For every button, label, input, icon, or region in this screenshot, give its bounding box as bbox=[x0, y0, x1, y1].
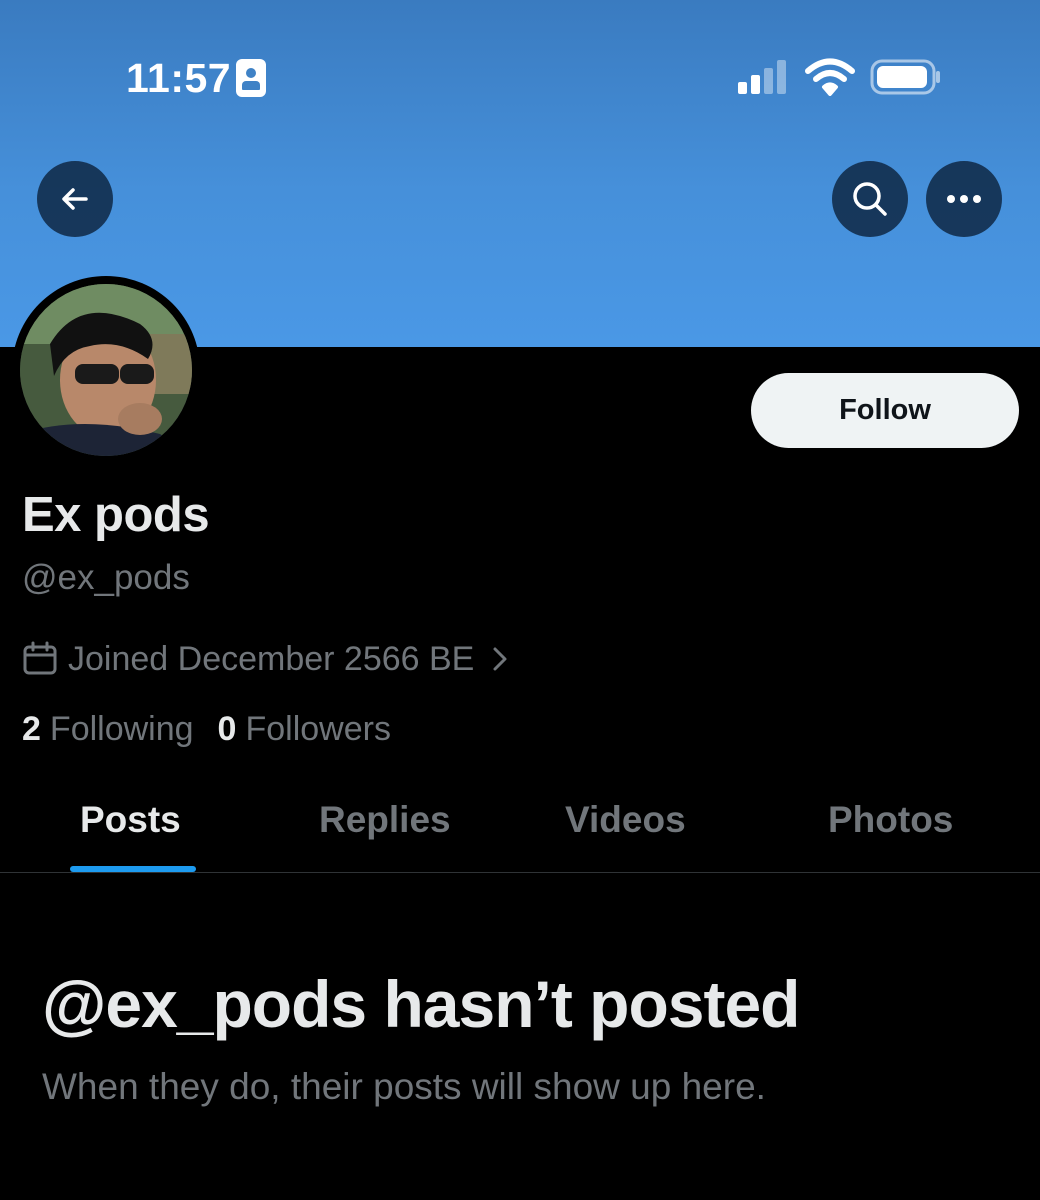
person-badge-icon bbox=[236, 59, 266, 97]
tab-photos[interactable]: Photos bbox=[828, 799, 953, 841]
status-time: 11:57 bbox=[126, 55, 232, 101]
search-button[interactable] bbox=[832, 161, 908, 237]
more-button[interactable] bbox=[926, 161, 1002, 237]
wifi-icon bbox=[805, 58, 855, 96]
follow-stats: 2 Following 0 Followers bbox=[22, 710, 391, 749]
tab-replies[interactable]: Replies bbox=[319, 799, 451, 841]
tab-videos[interactable]: Videos bbox=[565, 799, 686, 841]
followers-label: Followers bbox=[245, 710, 391, 748]
followers-count: 0 bbox=[217, 710, 237, 748]
avatar[interactable] bbox=[12, 276, 200, 464]
following-link[interactable]: 2 Following bbox=[22, 710, 194, 749]
following-label: Following bbox=[49, 710, 194, 748]
calendar-icon bbox=[23, 641, 57, 675]
signal-icon bbox=[738, 60, 790, 94]
arrow-left-icon bbox=[62, 188, 88, 210]
avatar-image bbox=[20, 284, 192, 456]
following-count: 2 bbox=[22, 710, 41, 748]
empty-state-subtitle: When they do, their posts will show up h… bbox=[42, 1066, 766, 1107]
tab-posts[interactable]: Posts bbox=[80, 799, 181, 841]
ellipsis-icon bbox=[947, 195, 981, 203]
follow-button[interactable]: Follow bbox=[751, 373, 1019, 448]
handle: @ex_pods bbox=[22, 558, 190, 597]
display-name: Ex pods bbox=[22, 488, 210, 542]
chevron-right-icon bbox=[493, 647, 507, 671]
divider bbox=[0, 872, 1040, 873]
profile-tabs: Posts Replies Videos Photos bbox=[0, 785, 1040, 873]
battery-icon bbox=[870, 59, 940, 95]
status-bar: 11:57 bbox=[0, 0, 1040, 120]
empty-state-title: @ex_pods hasn’t posted bbox=[42, 967, 800, 1041]
search-icon bbox=[853, 182, 887, 216]
joined-row[interactable]: Joined December 2566 BE bbox=[22, 638, 512, 680]
back-button[interactable] bbox=[37, 161, 113, 237]
joined-date: Joined December 2566 BE bbox=[68, 639, 475, 678]
followers-link[interactable]: 0 Followers bbox=[218, 710, 391, 749]
